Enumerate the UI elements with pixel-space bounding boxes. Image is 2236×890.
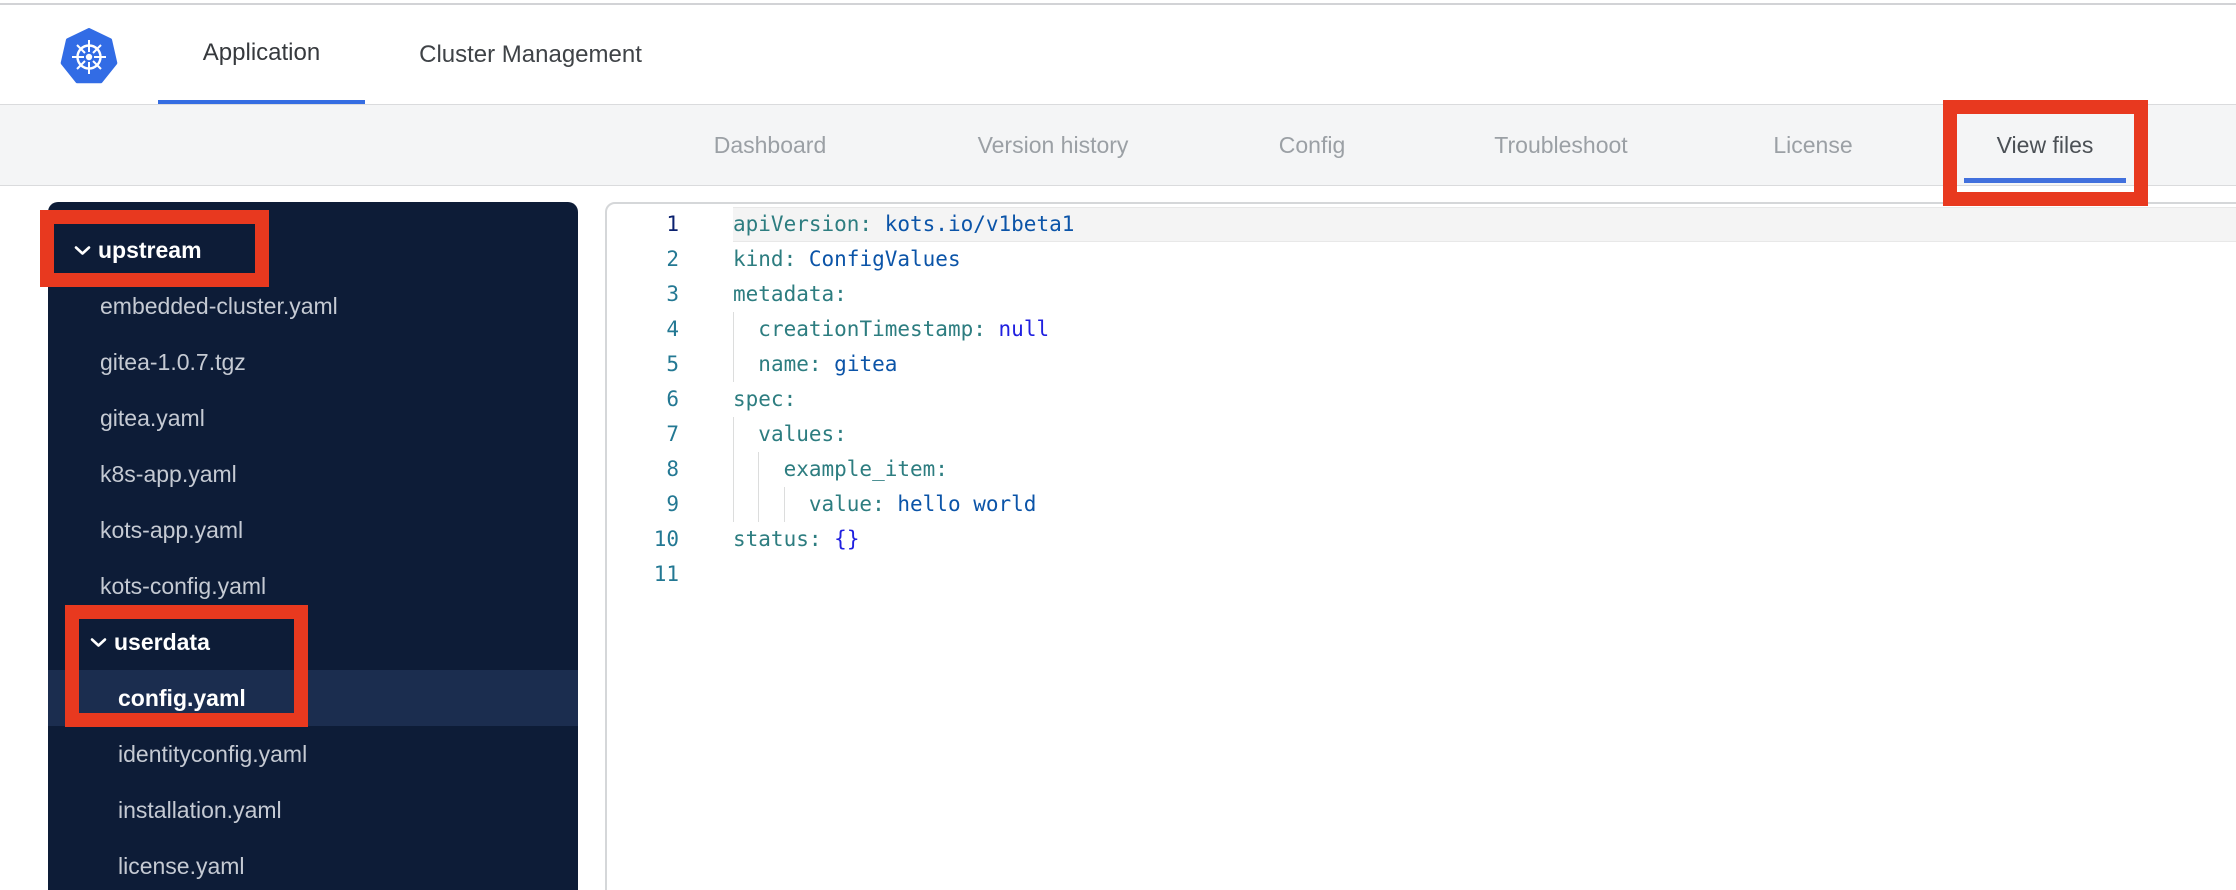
tree-item-label: license.yaml xyxy=(118,852,245,879)
nav-item-troubleshoot[interactable]: Troubleshoot xyxy=(1494,105,1627,185)
code-line-10[interactable]: 10 status: {} xyxy=(607,522,2236,557)
token-key: example_item: xyxy=(783,457,948,481)
line-text: value: hello world xyxy=(733,487,1036,522)
line-number: 4 xyxy=(666,317,679,341)
indent-guide xyxy=(733,487,734,522)
line-text: name: gitea xyxy=(733,347,897,382)
token-key: status: xyxy=(733,527,822,551)
line-number: 11 xyxy=(653,562,679,586)
line-text: kind: ConfigValues xyxy=(733,242,961,277)
code-line-3[interactable]: 3 metadata: xyxy=(607,277,2236,312)
tree-item-label: embedded-cluster.yaml xyxy=(100,292,338,319)
nav-item-config[interactable]: Config xyxy=(1279,105,1345,185)
line-text: apiVersion: kots.io/v1beta1 xyxy=(733,207,1074,242)
indent-guide xyxy=(783,487,785,522)
annotation-box-upstream xyxy=(40,210,269,287)
token-key: values: xyxy=(758,422,847,446)
code-line-4[interactable]: 4 creationTimestamp: null xyxy=(607,312,2236,347)
kots-admin-console: Application Cluster Management Dashboard V… xyxy=(0,0,2236,890)
line-text: example_item: xyxy=(733,452,948,487)
tree-item-label: k8s-app.yaml xyxy=(100,460,237,487)
annotation-box-userdata-config xyxy=(65,605,308,727)
tree-item-label: gitea-1.0.7.tgz xyxy=(100,348,246,375)
token-kw: null xyxy=(998,317,1050,341)
header-tab-application[interactable]: Application xyxy=(158,5,365,104)
indent-guide xyxy=(758,487,760,522)
line-number: 7 xyxy=(666,422,679,446)
indent-guide xyxy=(733,417,734,452)
line-text: values: xyxy=(733,417,847,452)
code-line-6[interactable]: 6 spec: xyxy=(607,382,2236,417)
tree-item-label: kots-app.yaml xyxy=(100,516,244,543)
token-key: value: xyxy=(808,492,885,516)
tree-file-license-yaml[interactable]: license.yaml xyxy=(48,838,578,890)
line-number: 6 xyxy=(666,387,679,411)
indent-guide xyxy=(733,312,734,347)
line-text: spec: xyxy=(733,382,796,417)
nav-item-version-history[interactable]: Version history xyxy=(978,105,1129,185)
code-line-2[interactable]: 2 kind: ConfigValues xyxy=(607,242,2236,277)
line-number: 3 xyxy=(666,282,679,306)
code-line-7[interactable]: 7 values: xyxy=(607,417,2236,452)
line-number: 10 xyxy=(653,527,679,551)
file-tree-sidebar: upstream embedded-cluster.yaml gitea-1.0.7… xyxy=(48,202,578,890)
token-str: ConfigValues xyxy=(808,247,961,271)
code-line-9[interactable]: 9 value: hello world xyxy=(607,487,2236,522)
indent-guide xyxy=(733,452,734,487)
token-key: apiVersion: xyxy=(733,212,873,236)
line-text: status: {} xyxy=(733,522,859,557)
token-key: spec: xyxy=(733,387,797,411)
line-number: 2 xyxy=(666,247,679,271)
app-header: Application Cluster Management xyxy=(0,5,2236,104)
code-line-5[interactable]: 5 name: gitea xyxy=(607,347,2236,382)
indent-guide xyxy=(758,452,760,487)
token-str: kots.io/v1beta1 xyxy=(884,212,1075,236)
tree-item-label: installation.yaml xyxy=(118,796,282,823)
code-lines: 1 apiVersion: kots.io/v1beta1 2 kind: Confi… xyxy=(607,207,2236,592)
token-str: gitea xyxy=(834,352,898,376)
line-number: 5 xyxy=(666,352,679,376)
token-key: creationTimestamp: xyxy=(758,317,986,341)
line-number: 8 xyxy=(666,457,679,481)
token-key: kind: xyxy=(733,247,797,271)
annotation-box-view-files xyxy=(1943,100,2148,206)
tree-file-installation-yaml[interactable]: installation.yaml xyxy=(48,782,578,838)
app-subnav: Dashboard Version history Config Troublesho… xyxy=(0,104,2236,186)
tree-file-gitea-yaml[interactable]: gitea.yaml xyxy=(48,390,578,446)
line-text: creationTimestamp: null xyxy=(733,312,1049,347)
code-line-1[interactable]: 1 apiVersion: kots.io/v1beta1 xyxy=(607,207,2236,242)
tree-item-label: kots-config.yaml xyxy=(100,572,267,599)
line-text: metadata: xyxy=(733,277,847,312)
tree-file-k8s-app-yaml[interactable]: k8s-app.yaml xyxy=(48,446,578,502)
token-key: name: xyxy=(758,352,822,376)
header-tab-cluster-management[interactable]: Cluster Management xyxy=(398,5,663,104)
line-number: 1 xyxy=(666,212,679,236)
code-line-8[interactable]: 8 example_item: xyxy=(607,452,2236,487)
token-kw: {} xyxy=(834,527,860,551)
kubernetes-logo-icon xyxy=(60,28,118,86)
yaml-file-viewer[interactable]: 1 apiVersion: kots.io/v1beta1 2 kind: Confi… xyxy=(605,202,2236,890)
tree-file-identityconfig-yaml[interactable]: identityconfig.yaml xyxy=(48,726,578,782)
nav-item-dashboard[interactable]: Dashboard xyxy=(714,105,827,185)
nav-item-license[interactable]: License xyxy=(1773,105,1852,185)
tree-file-kots-app-yaml[interactable]: kots-app.yaml xyxy=(48,502,578,558)
tree-file-gitea-1-0-7-tgz[interactable]: gitea-1.0.7.tgz xyxy=(48,334,578,390)
code-line-11[interactable]: 11 xyxy=(607,557,2236,592)
token-str: hello world xyxy=(897,492,1037,516)
line-number: 9 xyxy=(666,492,679,516)
tree-item-label: identityconfig.yaml xyxy=(118,740,308,767)
indent-guide xyxy=(733,347,734,382)
token-key: metadata: xyxy=(733,282,847,306)
tree-item-label: gitea.yaml xyxy=(100,404,205,431)
